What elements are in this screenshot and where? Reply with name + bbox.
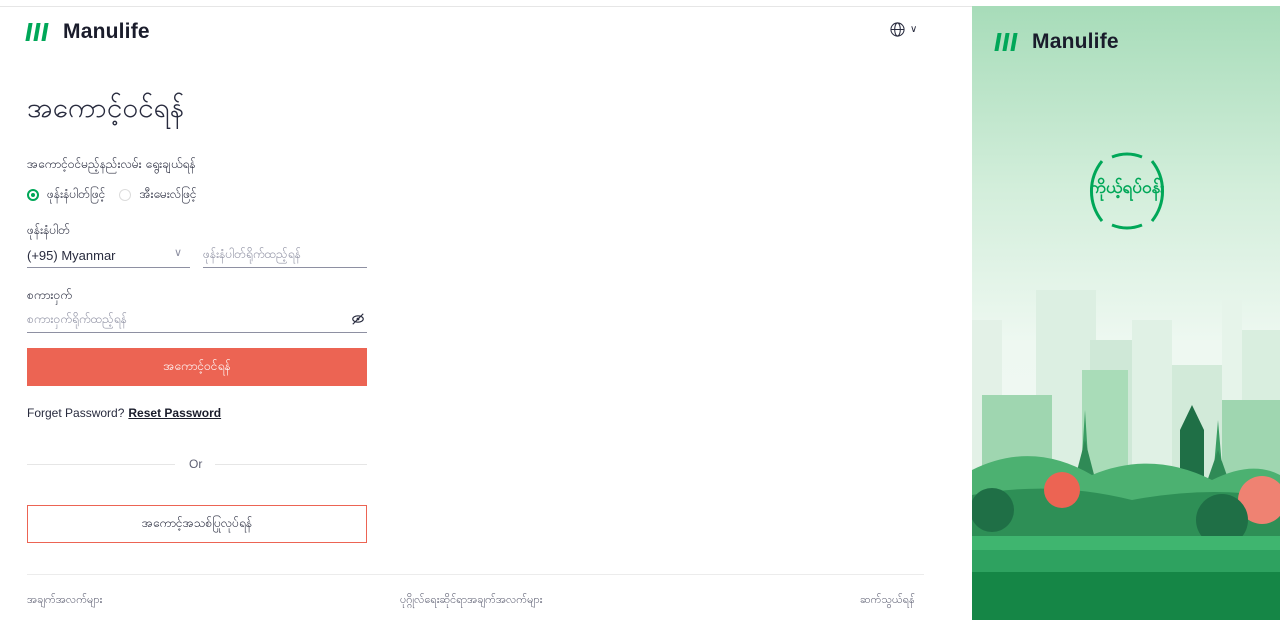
or-divider: Or (27, 457, 367, 471)
manulife-bars-icon (25, 23, 49, 41)
manulife-bars-icon (994, 33, 1018, 51)
promo-badge: ကိုယ့်ရပ်ဝန်း (1072, 141, 1182, 241)
promo-panel: Manulife ကိုယ့်ရပ်ဝန်း (972, 6, 1280, 620)
footer-link-info[interactable]: အချက်အလက်များ (27, 593, 102, 609)
forgot-password: Forget Password? Reset Password (27, 406, 221, 420)
login-method-label: အကောင့်ဝင်မည့်နည်းလမ်း ရွေးချယ်ရန် (27, 157, 196, 171)
divider-line-right (215, 464, 367, 465)
manulife-logo[interactable]: Manulife (25, 20, 150, 44)
password-placeholder: စကားဝှက်ရိုက်ထည့်ရန် (27, 312, 127, 326)
login-panel: Manulife ∨ အကောင့်ဝင်ရန် အကောင့်ဝင်မည့်န… (0, 6, 972, 620)
logo-text: Manulife (63, 20, 150, 43)
radio-phone[interactable]: ဖုန်းနံပါတ်ဖြင့် (27, 186, 105, 204)
password-input[interactable]: စကားဝှက်ရိုက်ထည့်ရန် (27, 308, 367, 333)
radio-email-label: အီးမေးလ်ဖြင့် (139, 187, 197, 201)
page-title: အကောင့်ဝင်ရန် (27, 91, 185, 124)
country-code-select[interactable]: (+95) Myanmar ∨ (27, 243, 190, 268)
badge-text: ကိုယ့်ရပ်ဝန်း (1089, 178, 1165, 198)
reset-password-link[interactable]: Reset Password (128, 406, 221, 420)
promo-logo-text: Manulife (1032, 30, 1119, 53)
forgot-text: Forget Password? (27, 406, 125, 420)
radio-selected-icon (27, 189, 39, 201)
promo-logo: Manulife (994, 30, 1119, 54)
radio-phone-label: ဖုန်းနံပါတ်ဖြင့် (47, 187, 106, 201)
login-method-options: ဖုန်းနံပါတ်ဖြင့် အီးမေးလ်ဖြင့် (27, 186, 211, 204)
footer-link-privacy[interactable]: ပုဂ္ဂိုလ်ရေးဆိုင်ရာအချက်အလက်များ (400, 593, 542, 609)
footer-link-contact[interactable]: ဆက်သွယ်ရန် (860, 593, 915, 609)
globe-icon (890, 22, 905, 37)
register-button[interactable]: အကောင့်အသစ်ပြုလုပ်ရန် (27, 505, 367, 543)
city-skyline-illustration (972, 290, 1280, 620)
login-button[interactable]: အကောင့်ဝင်ရန် (27, 348, 367, 386)
country-code-value: (+95) Myanmar (27, 247, 116, 263)
chevron-down-icon: ∨ (173, 247, 182, 259)
radio-email[interactable]: အီးမေးလ်ဖြင့် (119, 186, 197, 204)
footer-divider (27, 574, 924, 575)
password-label: စကားဝှက် (27, 288, 72, 302)
phone-input[interactable]: ဖုန်းနံပါတ်ရိုက်ထည့်ရန် (203, 243, 367, 268)
phone-label: ဖုန်းနံပါတ် (27, 223, 70, 237)
language-selector[interactable]: ∨ (890, 22, 917, 37)
chevron-down-icon: ∨ (910, 24, 918, 35)
divider-line-left (27, 464, 175, 465)
divider-text: Or (189, 457, 203, 471)
eye-off-icon[interactable] (351, 312, 365, 326)
phone-placeholder: ဖုန်းနံပါတ်ရိုက်ထည့်ရန် (203, 247, 301, 261)
radio-unselected-icon (119, 189, 132, 201)
